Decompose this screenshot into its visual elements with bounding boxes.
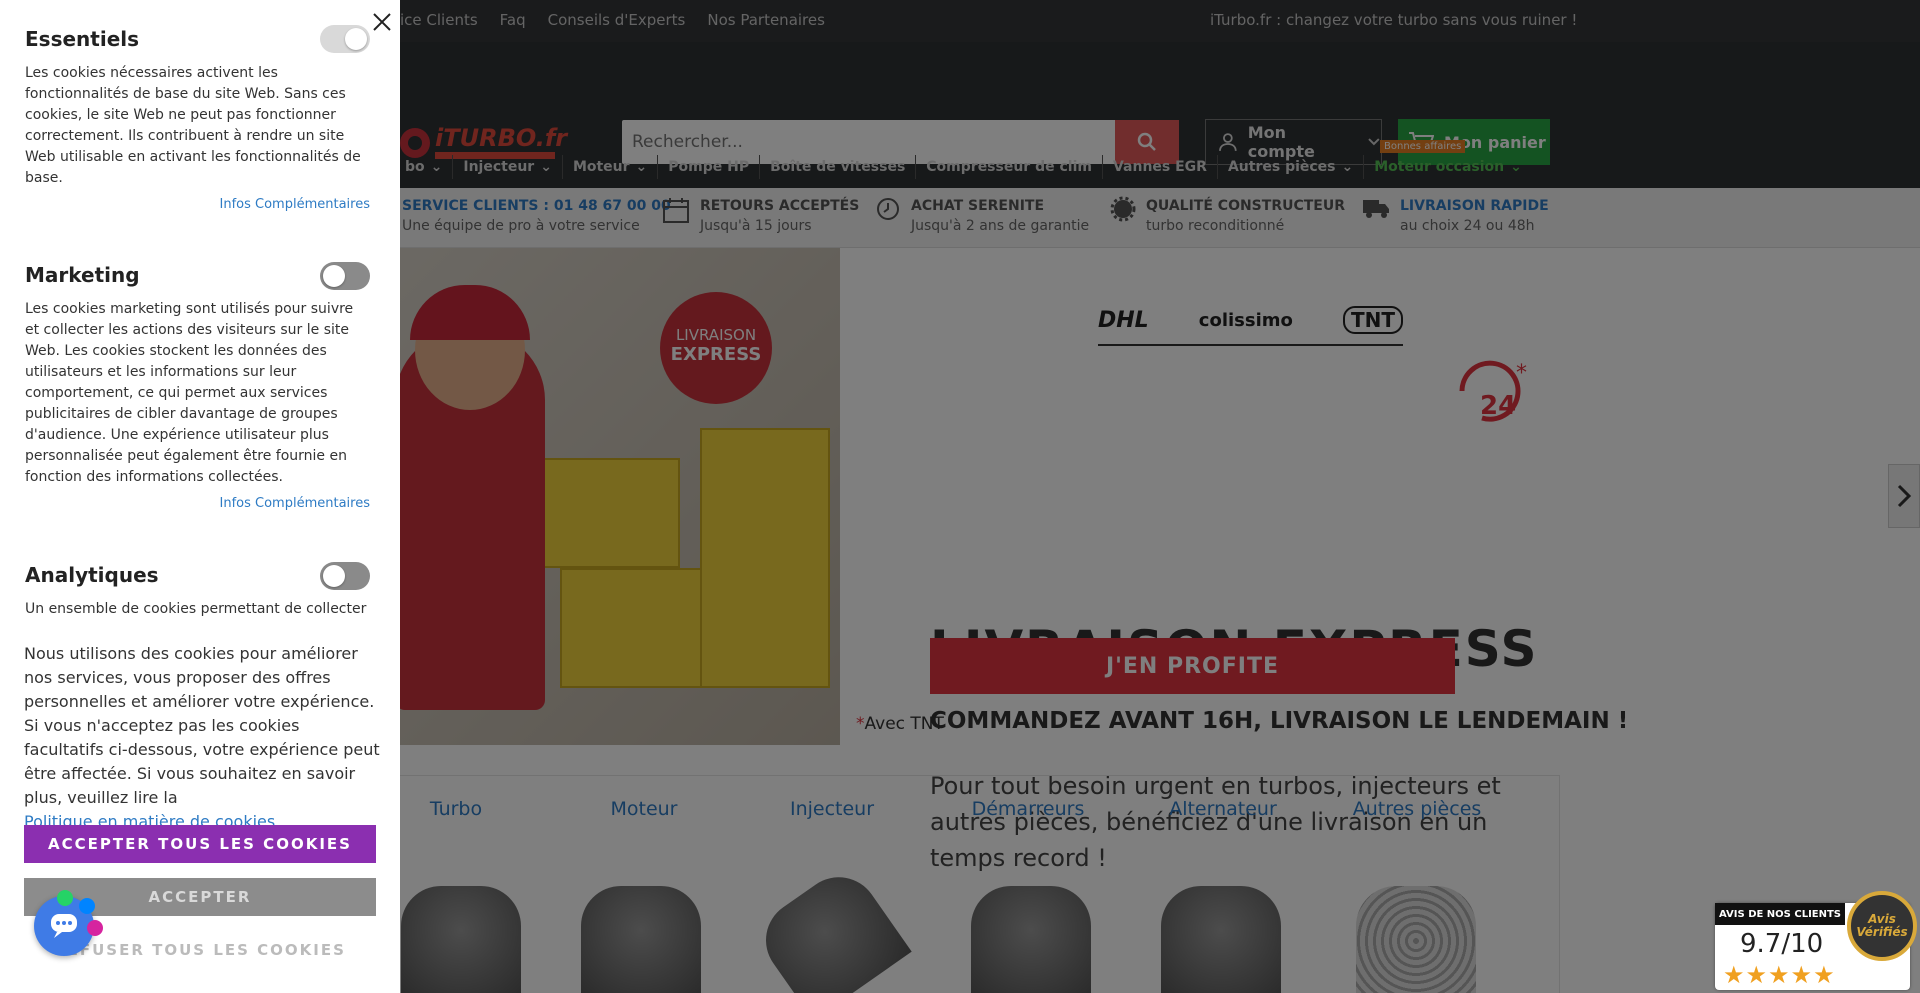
toggle-knob <box>345 28 367 50</box>
close-icon[interactable] <box>370 10 394 34</box>
essentials-toggle[interactable] <box>320 25 370 53</box>
toggle-knob <box>323 265 345 287</box>
cookie-section-analytics: Analytiques Un ensemble de cookies perme… <box>25 563 370 620</box>
more-info-link[interactable]: Infos Complémentaires <box>25 197 370 212</box>
messenger-icon[interactable] <box>79 898 95 914</box>
reviews-stars: ★★★★★ <box>1723 961 1836 989</box>
avis-verifies-seal: Avis Vérifiés <box>1847 891 1917 961</box>
section-text: Un ensemble de cookies permettant de col… <box>25 601 367 617</box>
cookie-section-marketing: Marketing Les cookies marketing sont uti… <box>25 263 370 511</box>
section-title: Marketing <box>25 263 140 287</box>
toggle-knob <box>323 565 345 587</box>
cookie-panel: Essentiels Les cookies nécessaires activ… <box>0 0 400 993</box>
cookie-notice: Nous utilisons des cookies pour améliore… <box>24 642 384 834</box>
section-text: Les cookies nécessaires activent les fon… <box>25 65 361 186</box>
reviews-score: 9.7/10 <box>1740 929 1824 959</box>
reviews-header: AVIS DE NOS CLIENTS <box>1715 903 1845 925</box>
chat-bubble-icon <box>51 914 77 938</box>
instagram-icon[interactable] <box>87 920 103 936</box>
whatsapp-icon[interactable] <box>57 890 73 906</box>
accept-all-button[interactable]: ACCEPTER TOUS LES COOKIES <box>24 825 376 863</box>
section-title: Essentiels <box>25 27 140 51</box>
notice-text: Nous utilisons des cookies pour améliore… <box>24 644 380 807</box>
reviews-widget[interactable]: AVIS DE NOS CLIENTS 9.7/10 ★★★★★ Avis Vé… <box>1715 891 1917 990</box>
analytics-toggle[interactable] <box>320 562 370 590</box>
marketing-toggle[interactable] <box>320 262 370 290</box>
cookie-section-essentials: Essentiels Les cookies nécessaires activ… <box>25 27 370 212</box>
more-info-link[interactable]: Infos Complémentaires <box>25 496 370 511</box>
section-title: Analytiques <box>25 563 159 587</box>
panel-divider <box>0 620 400 630</box>
section-text: Les cookies marketing sont utilisés pour… <box>25 301 354 485</box>
